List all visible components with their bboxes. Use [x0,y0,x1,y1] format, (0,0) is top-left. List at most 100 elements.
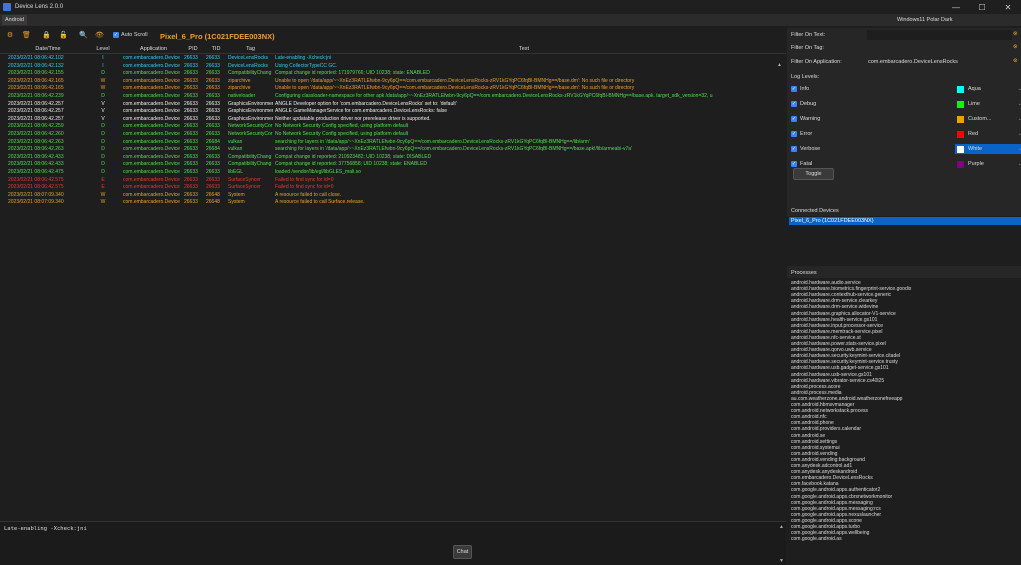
level-checkbox[interactable]: ✓ [791,116,797,122]
process-item[interactable]: com.google.android.apps.messaging [791,500,873,506]
process-item[interactable]: com.android.hbmsvmanager [791,402,854,408]
tab-android[interactable]: Android [2,15,27,25]
scroll-up-arrow-icon[interactable]: ▲ [777,62,782,68]
log-detail-pane[interactable]: Late-enabling -Xcheck:jni ▲ ▼ Chat [0,521,786,565]
process-item[interactable]: com.android.vending [791,451,837,457]
process-item[interactable]: com.google.android.apps.nexuslauncher [791,512,881,518]
log-row[interactable]: 2023/02/21 08:06:42.165 Wcom.embarcadero.… [0,78,786,86]
log-row[interactable]: 2023/02/21 08:06:42.257 Vcom.embarcadero.… [0,116,786,124]
log-row[interactable]: 2023/02/21 08:06:42.433 Dcom.embarcadero.… [0,161,786,169]
processes-list[interactable]: android.hardware.audio.service android.ha… [787,278,1021,565]
process-item[interactable]: com.android.phone [791,420,834,426]
process-item[interactable]: com.google.android.apps.cbrsnetworkmonit… [791,494,892,500]
log-row[interactable]: 2023/02/21 08:06:42.102 Icom.embarcadero.… [0,55,786,63]
log-row[interactable]: 2023/02/21 08:07:09.340 Wcom.embarcadero.… [0,192,786,200]
filter-app-input[interactable]: com.embarcadero.DeviceLensRocks [867,57,1012,67]
search-icon[interactable]: 🔍 [79,32,88,40]
auto-scroll-checkbox[interactable]: ✓ Auto Scroll [113,32,148,38]
log-row[interactable]: 2023/02/21 08:06:42.239 Dcom.embarcadero.… [0,93,786,101]
column-header-datetime[interactable]: Date/Time [0,45,88,53]
process-item[interactable]: android.hardware.usb.gadget-service.gs10… [791,365,889,371]
process-item[interactable]: com.android.settings [791,439,837,445]
process-item[interactable]: android.hardware.biometrics.fingerprint-… [791,286,911,292]
log-row[interactable]: 2023/02/21 08:06:42.575 Ecom.embarcadero.… [0,184,786,192]
log-row[interactable]: 2023/02/21 08:06:42.575 Ecom.embarcadero.… [0,177,786,185]
level-color-select[interactable]: Custom... ⌄ [955,114,1021,124]
process-item[interactable]: com.android.vending:background [791,457,865,463]
lock-icon[interactable]: 🔒 [42,32,51,40]
connected-devices-list[interactable]: Pixel_6_Pro (1C021FDEE003NX) [787,216,1021,266]
level-color-select[interactable]: Lime ⌄ [955,99,1021,109]
log-row[interactable]: 2023/02/21 08:06:42.433 Dcom.embarcadero.… [0,154,786,162]
process-item[interactable]: android.hardware.memtrack-service.pixel [791,329,882,335]
clear-filter-icon[interactable]: ⊗ [1013,31,1018,37]
process-item[interactable]: android.hardware.power.stats-service.pix… [791,341,886,347]
process-item[interactable]: com.google.android.apps.turbo [791,524,860,530]
process-item[interactable]: com.embarcadero.DeviceLensRocks [791,475,873,481]
log-grid[interactable]: Date/Time Level Application PID TID Tag … [0,45,786,520]
toggle-button[interactable]: Toggle [793,168,834,180]
log-row[interactable]: 2023/02/21 08:06:42.257 Vcom.embarcadero.… [0,101,786,109]
process-item[interactable]: android.process.acore [791,384,840,390]
log-row[interactable]: 2023/02/21 08:07:09.340 Wcom.embarcadero.… [0,199,786,207]
clear-filter-icon[interactable]: ⊗ [1013,58,1018,64]
process-item[interactable]: com.google.android.apps.scone [791,518,862,524]
process-item[interactable]: com.facebook.katana [791,481,839,487]
close-button[interactable]: ✕ [995,0,1021,14]
process-item[interactable]: android.hardware.security.keymint-servic… [791,359,898,365]
device-item-selected[interactable]: Pixel_6_Pro (1C021FDEE003NX) [789,217,1021,225]
level-color-select[interactable]: Aqua ⌄ [955,84,1021,94]
log-row[interactable]: 2023/02/21 08:06:42.475 Dcom.embarcadero.… [0,169,786,177]
process-item[interactable]: android.hardware.drm-service.widevine [791,304,878,310]
settings-gear-icon[interactable]: ⚙ [6,32,14,40]
log-row[interactable]: 2023/02/21 08:06:42.259 Dcom.embarcadero.… [0,123,786,131]
unlock-icon[interactable]: 🔓 [59,32,68,40]
process-item[interactable]: android.hardware.graphics.allocator-V1-s… [791,311,896,317]
log-row[interactable]: 2023/02/21 08:06:42.165 Wcom.embarcadero.… [0,85,786,93]
level-checkbox[interactable]: ✓ [791,131,797,137]
process-item[interactable]: au.com.weatherzone.android.weatherzonefr… [791,396,902,402]
column-header-tag[interactable]: Tag [226,45,273,53]
process-item[interactable]: com.google.android.apps.wellbeing [791,530,869,536]
process-item[interactable]: android.hardware.security.keymint-servic… [791,353,900,359]
process-item[interactable]: com.android.systemui [791,445,840,451]
process-item[interactable]: android.hardware.qorvo.uwb.service [791,347,872,353]
level-checkbox[interactable]: ✓ [791,161,797,167]
process-item[interactable]: android.hardware.nfc-service.st [791,335,861,341]
level-checkbox[interactable]: ✓ [791,86,797,92]
process-item[interactable]: com.android.networkstack.process [791,408,868,414]
process-item[interactable]: com.android.providers.calendar [791,426,861,432]
theme-selector[interactable]: Windows11 Polar Dark [897,14,953,26]
minimize-button[interactable]: — [943,0,969,14]
column-header-pid[interactable]: PID [184,45,202,53]
log-row[interactable]: 2023/02/21 08:06:42.263 Dcom.embarcadero.… [0,146,786,154]
log-row[interactable]: 2023/02/21 08:06:42.257 Vcom.embarcadero.… [0,108,786,116]
column-header-text[interactable]: Text [273,45,773,53]
log-row[interactable]: 2023/02/21 08:06:42.263 Dcom.embarcadero.… [0,139,786,147]
scroll-down-arrow-icon[interactable]: ▼ [779,558,784,564]
eye-icon[interactable]: 👁 [95,32,104,40]
process-item[interactable]: com.anydesk.adcontrol.ad1 [791,463,852,469]
level-color-select[interactable]: Purple ⌄ [955,159,1021,169]
filter-text-input[interactable] [867,30,1012,40]
filter-tag-input[interactable] [867,43,1012,53]
clear-filter-icon[interactable]: ⊗ [1013,44,1018,50]
chat-button[interactable]: Chat [453,545,472,559]
process-item[interactable]: com.google.android.as [791,536,842,542]
log-row[interactable]: 2023/02/21 08:06:42.260 Dcom.embarcadero.… [0,131,786,139]
process-item[interactable]: com.anydesk.anydeskandroid [791,469,857,475]
process-item[interactable]: com.google.android.apps.authenticator2 [791,487,880,493]
log-row[interactable]: 2023/02/21 08:06:42.155 Dcom.embarcadero.… [0,70,786,78]
process-item[interactable]: com.android.nfc [791,414,827,420]
level-color-select[interactable]: White ⌄ [955,144,1021,154]
column-header-level[interactable]: Level [88,45,118,53]
delete-icon[interactable]: 🗑 [22,32,31,40]
process-item[interactable]: android.hardware.contexthub-service.gene… [791,292,891,298]
level-color-select[interactable]: Red ⌄ [955,129,1021,139]
level-checkbox[interactable]: ✓ [791,146,797,152]
process-item[interactable]: android.hardware.audio.service [791,280,861,286]
process-item[interactable]: android.hardware.drm-service.clearkey [791,298,877,304]
process-item[interactable]: com.android.se [791,433,825,439]
level-checkbox[interactable]: ✓ [791,101,797,107]
process-item[interactable]: android.process.media [791,390,842,396]
